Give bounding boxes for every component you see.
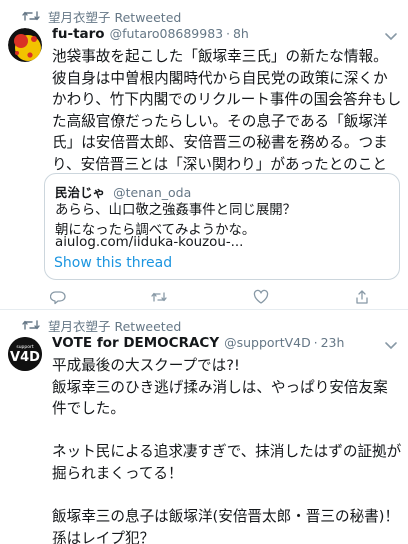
tweet-actions	[50, 289, 370, 305]
tweet-text: 池袋事故を起こした「飯塚幸三氏」の新たな情報。 彼自身は中曽根内閣時代から自民党…	[52, 48, 402, 173]
reply-icon[interactable]	[50, 289, 66, 305]
author-handle[interactable]: @supportV4D	[224, 335, 311, 350]
separator-dot: ·	[313, 336, 318, 350]
tweet-header: VOTE for DEMOCRACY @supportV4D · 23h	[52, 335, 344, 355]
retweet-label: 望月衣塑子 Retweeted	[48, 318, 182, 334]
tweet[interactable]: 望月衣塑子 Retweeted fu-taro @futaro08689983 …	[0, 0, 408, 310]
avatar[interactable]	[8, 28, 42, 62]
author-handle[interactable]: @futaro08689983	[110, 26, 224, 41]
share-icon[interactable]	[354, 289, 370, 305]
tweet-time[interactable]: 8h	[233, 26, 249, 41]
tweet-header: fu-taro @futaro08689983 · 8h	[52, 26, 249, 46]
avatar[interactable]: support V4D	[8, 337, 42, 371]
quoted-tweet-header: 民治じゃ @tenan_oda	[55, 182, 191, 201]
retweet-action-icon[interactable]	[151, 289, 167, 305]
retweet-icon	[22, 318, 40, 332]
quoted-author-name: 民治じゃ	[55, 185, 106, 200]
retweet-icon	[22, 9, 40, 23]
chevron-down-icon[interactable]	[384, 341, 398, 351]
quoted-author-handle: @tenan_oda	[113, 185, 192, 200]
tweet-time[interactable]: 23h	[321, 335, 345, 350]
timeline: 望月衣塑子 Retweeted fu-taro @futaro08689983 …	[0, 0, 408, 544]
retweet-label: 望月衣塑子 Retweeted	[48, 9, 182, 25]
separator-dot: ·	[226, 27, 230, 41]
tweet[interactable]: 望月衣塑子 Retweeted support V4D VOTE for DEM…	[0, 311, 408, 544]
retweet-context: 望月衣塑子 Retweeted	[22, 315, 181, 335]
like-icon[interactable]	[253, 289, 269, 305]
quoted-tweet-link[interactable]: aiulog.com/iiduka-kouzou-...	[55, 235, 243, 250]
retweet-context: 望月衣塑子 Retweeted	[22, 6, 181, 26]
tweet-text: 平成最後の大スクープでは?! 飯塚幸三のひき逃げ揉み消しは、やっぱり安倍友案件で…	[52, 357, 402, 544]
chevron-down-icon[interactable]	[384, 32, 398, 42]
show-thread-link[interactable]: Show this thread	[54, 255, 172, 271]
avatar-label: V4D	[10, 350, 40, 365]
author-name[interactable]: VOTE for DEMOCRACY	[52, 335, 219, 351]
author-name[interactable]: fu-taro	[52, 26, 105, 42]
